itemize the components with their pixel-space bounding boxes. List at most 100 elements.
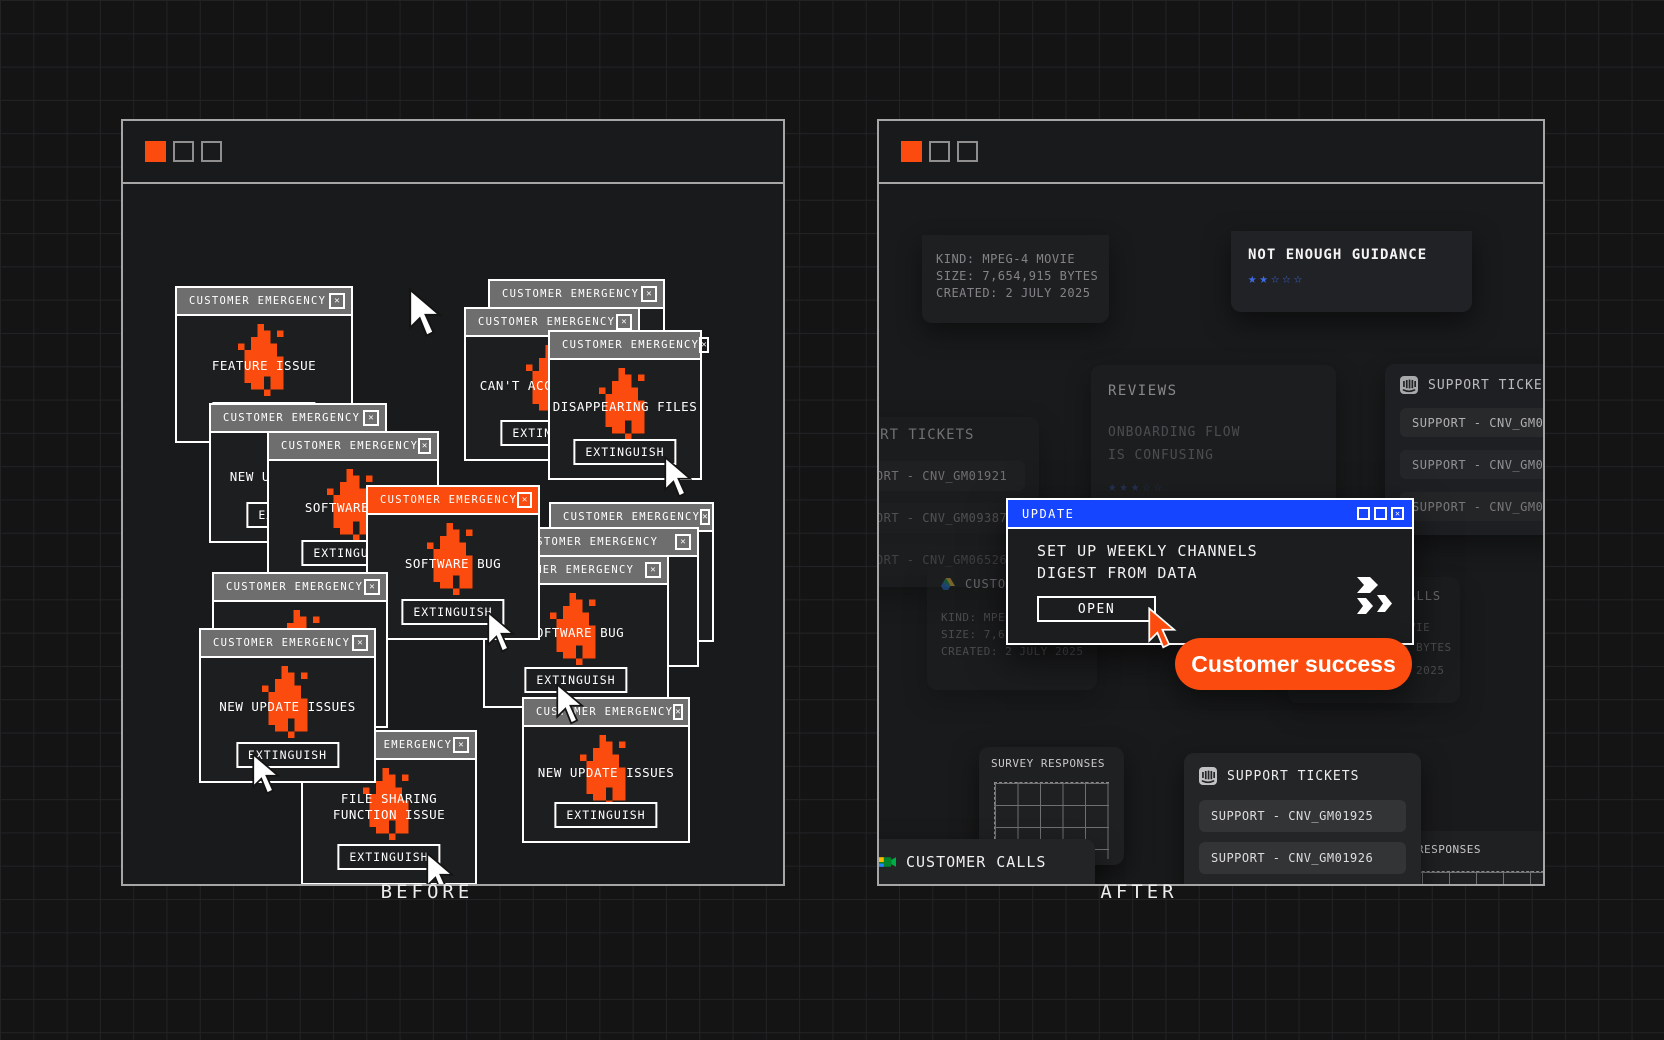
dialog-label-line2: FUNCTION ISSUE (333, 807, 445, 822)
close-icon[interactable]: ✕ (641, 286, 657, 302)
mouse-cursor-icon (554, 683, 584, 727)
mouse-cursor-icon (485, 611, 515, 655)
ticket-row[interactable]: SUPPORT - CNV_GM01921 (1400, 408, 1545, 437)
star-rating: ★★★☆☆ (1108, 479, 1336, 495)
emergency-dialog-new-update-right: CUSTOMER EMERGENCY ✕ NEW UPDATE ISSUES E… (522, 697, 690, 843)
maximize-icon[interactable] (1374, 507, 1387, 520)
close-icon[interactable]: ✕ (517, 492, 532, 508)
review-title: NOT ENOUGH GUIDANCE (1248, 247, 1472, 263)
close-icon[interactable]: ✕ (645, 562, 661, 578)
dialog-titlebar[interactable]: CUSTOMER EMERGENCY ✕ (524, 699, 688, 727)
open-button[interactable]: OPEN (1037, 596, 1156, 622)
dialog-titlebar[interactable]: CUSTOMER EMERGENCY ✕ (490, 281, 663, 309)
dialog-title: CUSTOMER EMERGENCY (189, 295, 326, 307)
intercom-icon (1199, 767, 1217, 785)
meet-icon (879, 855, 896, 869)
minimize-icon[interactable] (1357, 507, 1370, 520)
drive-icon (941, 578, 955, 590)
dialog-title: CUSTOMER EMERGENCY (213, 637, 350, 649)
close-icon[interactable]: ✕ (700, 509, 709, 525)
dialog-title: CUSTOMER EMERGENCY (226, 581, 363, 593)
before-window-body: CUSTOMER EMERGENCY ✕ FEATURE ISSUE EXTIN… (123, 184, 783, 882)
window-control-close-icon[interactable] (901, 141, 922, 162)
dialog-title: CUSTOMER EMERGENCY (281, 440, 418, 452)
meta-kind: KIND: MPEG-4 MOVIE (936, 251, 1109, 268)
review-card-guidance: NOT ENOUGH GUIDANCE ★★☆☆☆ (1231, 231, 1472, 312)
dialog-label: SOFTWARE BUG (368, 556, 538, 572)
dialog-title: CUSTOMER EMERGENCY (521, 536, 658, 548)
dialog-title: CUSTOMER EMERGENCY (223, 412, 360, 424)
window-control-maximize-icon[interactable] (957, 141, 978, 162)
dialog-label: NEW UPDATE ISSUES (201, 699, 374, 715)
close-icon[interactable]: ✕ (352, 635, 368, 651)
close-icon[interactable]: ✕ (364, 579, 380, 595)
dialog-title: CUSTOMER EMERGENCY (563, 511, 700, 523)
before-window: CUSTOMER EMERGENCY ✕ FEATURE ISSUE EXTIN… (121, 119, 785, 886)
dialog-title: CUSTOMER EMERGENCY (478, 316, 615, 328)
scene: CUSTOMER EMERGENCY ✕ FEATURE ISSUE EXTIN… (0, 0, 1664, 1040)
window-control-minimize-icon[interactable] (173, 141, 194, 162)
update-window-titlebar[interactable]: UPDATE ✕ (1008, 500, 1412, 529)
ticket-row[interactable]: SUPPORT - CNV_GM01921 (877, 461, 1025, 491)
emergency-dialog-new-update-left: CUSTOMER EMERGENCY ✕ NEW UPDATE ISSUES E… (199, 628, 376, 783)
dialog-titlebar[interactable]: CUSTOMER EMERGENCY ✕ (201, 630, 374, 658)
review-line1: ONBOARDING FLOW (1108, 425, 1240, 440)
dialog-titlebar[interactable]: CUSTOMER EMERGENCY ✕ (550, 332, 700, 360)
dialog-title: CUSTOMER EMERGENCY (380, 494, 517, 506)
update-message-line2: DIGEST FROM DATA (1037, 564, 1198, 582)
dialog-titlebar[interactable]: CUSTOMER EMERGENCY ✕ (214, 574, 386, 602)
dialog-titlebar[interactable]: CUSTOMER EMERGENCY ✕ (269, 433, 437, 461)
brand-logo-icon (1357, 577, 1397, 629)
update-message-line1: SET UP WEEKLY CHANNELS (1037, 542, 1258, 560)
extinguish-button[interactable]: EXTINGUISH (554, 802, 657, 828)
meta-created: CREATED: 2 JULY 2025 (941, 643, 1097, 660)
ticket-row[interactable]: SUPPORT - CNV_GM01925 (1199, 800, 1406, 832)
ticket-row[interactable]: SUPPORT - CNV_GM01926 (1199, 842, 1406, 874)
intercom-icon (1400, 376, 1418, 394)
close-icon[interactable]: ✕ (673, 704, 682, 720)
dialog-titlebar[interactable]: CUSTOMER EMERGENCY ✕ (211, 405, 385, 433)
close-icon[interactable]: ✕ (453, 737, 469, 753)
dialog-title: CUSTOMER EMERGENCY (502, 288, 639, 300)
dialog-label: DISAPPEARING FILES (550, 399, 700, 415)
close-icon[interactable]: ✕ (1391, 507, 1404, 520)
card-title: SUPPORT TICKETS (1428, 378, 1545, 393)
mouse-cursor-icon (662, 456, 692, 500)
reviews-title: REVIEWS (1108, 383, 1336, 399)
close-icon[interactable]: ✕ (699, 337, 708, 353)
ticket-row[interactable]: SUPPORT - CNV_GM09387 (877, 503, 1025, 533)
dialog-label: FEATURE ISSUE (177, 358, 351, 374)
customer-calls-card-bottom: CUSTOMER CALLS KIND: MPEG-4 MOVIE SIZE: … (877, 839, 1095, 886)
star-rating: ★★☆☆☆ (1248, 271, 1472, 287)
close-icon[interactable]: ✕ (616, 314, 632, 330)
before-label: BEFORE (317, 881, 537, 903)
close-icon[interactable]: ✕ (418, 438, 431, 454)
card-title: SUPPORT TICKETS (877, 427, 1039, 443)
card-title: SURVEY RESPONSES (991, 757, 1124, 770)
dialog-titlebar[interactable]: CUSTOMER EMERGENCY ✕ (368, 487, 538, 515)
close-icon[interactable]: ✕ (363, 410, 379, 426)
after-window-titlebar[interactable] (879, 121, 1543, 184)
window-control-minimize-icon[interactable] (929, 141, 950, 162)
dialog-label: FILE SHARING (341, 791, 437, 806)
before-window-titlebar[interactable] (123, 121, 783, 184)
window-control-close-icon[interactable] (145, 141, 166, 162)
review-line2: IS CONFUSING (1108, 448, 1214, 463)
close-icon[interactable]: ✕ (675, 534, 691, 550)
support-tickets-card-bottom: SUPPORT TICKETS SUPPORT - CNV_GM01925 SU… (1184, 753, 1421, 886)
dialog-label: NEW UPDATE ISSUES (524, 765, 688, 781)
mouse-cursor-icon (406, 288, 442, 340)
ticket-row[interactable]: SUPPORT - CNV_GM06526 (1400, 492, 1545, 521)
ticket-row[interactable]: SUPPORT - CNV_GM09387 (1400, 450, 1545, 479)
close-icon[interactable]: ✕ (329, 293, 345, 309)
update-window-title: UPDATE (1022, 507, 1074, 521)
dialog-title: CUSTOMER EMERGENCY (562, 339, 699, 351)
collaborator-cursor-icon (1145, 607, 1177, 651)
window-control-maximize-icon[interactable] (201, 141, 222, 162)
meta-size: SIZE: 7,654,915 BYTES (936, 268, 1109, 285)
meta-created: CREATED: 2 JULY 2025 (936, 285, 1109, 302)
mouse-cursor-icon (250, 753, 280, 797)
dialog-titlebar[interactable]: CUSTOMER EMERGENCY ✕ (177, 288, 351, 316)
file-meta-card: KIND: MPEG-4 MOVIE SIZE: 7,654,915 BYTES… (922, 235, 1109, 323)
after-window-body: KIND: MPEG-4 MOVIE SIZE: 7,654,915 BYTES… (879, 184, 1543, 882)
